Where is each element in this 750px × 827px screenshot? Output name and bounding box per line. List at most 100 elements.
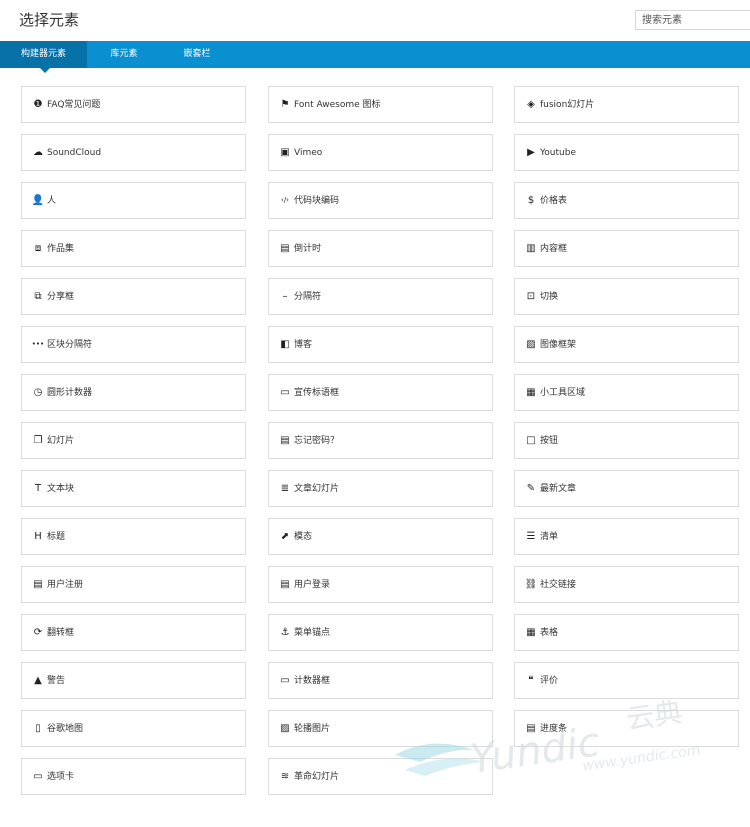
element-card[interactable]: ▤ 忘记密码？ [268,422,493,459]
element-label: SoundCloud [47,148,102,158]
element-label: 轮播图片 [294,724,331,734]
calendar-icon: ▤ [33,579,43,590]
element-card[interactable]: ⬈ 模态 [268,518,493,555]
element-card[interactable]: ❝ 评价 [514,662,739,699]
element-label: 用户登录 [294,580,331,590]
element-card[interactable]: ••• 区块分隔符 [21,326,246,363]
dollar-icon: $ [527,195,535,206]
element-label: 分享框 [47,292,75,302]
element-card[interactable]: ▲ 警告 [21,662,246,699]
clock-icon: ◷ [33,387,43,398]
tab-nested-columns[interactable]: 嵌套栏 [161,41,233,68]
element-card[interactable]: ◷ 圆形计数器 [21,374,246,411]
element-card[interactable]: ▭ 宣传标语框 [268,374,493,411]
minus-icon: – [282,291,288,302]
share-icon: ⧉ [34,291,42,302]
dialog-title: 选择元素 [19,11,80,29]
element-card[interactable]: ▦ 表格 [514,614,739,651]
element-card[interactable]: ▦ 小工具区域 [514,374,739,411]
toggle-icon: ⊡ [526,291,536,302]
element-card[interactable]: ▯ 谷歌地图 [21,710,246,747]
element-card[interactable]: $ 价格表 [514,182,739,219]
element-card[interactable]: ▭ 计数器框 [268,662,493,699]
feather-icon: ✎ [526,483,536,494]
element-card[interactable]: ▶ Youtube [514,134,739,171]
youtube-icon: ▶ [527,147,535,158]
element-card[interactable]: ☁ SoundCloud [21,134,246,171]
element-card[interactable]: H 标题 [21,518,246,555]
element-label: fusion幻灯片 [540,100,595,110]
element-label: 切换 [540,292,559,302]
layers-icon: ◈ [527,99,535,110]
element-card[interactable]: ☰ 清单 [514,518,739,555]
element-card[interactable]: ◧ 博客 [268,326,493,363]
element-label: 最新文章 [540,484,577,494]
element-card[interactable]: ▤ 进度条 [514,710,739,747]
ellipsis-icon: ••• [31,340,45,348]
element-card[interactable]: ≋ 革命幻灯片 [268,758,493,795]
element-card[interactable]: ‹/› 代码块编码 [268,182,493,219]
element-card[interactable]: ▣ Vimeo [268,134,493,171]
tab-label: 嵌套栏 [183,49,211,59]
element-label: 宣传标语框 [294,388,340,398]
element-label: 内容框 [540,244,568,254]
search-input[interactable] [635,10,750,30]
calendar-check-icon: ▤ [280,243,290,254]
element-label: 幻灯片 [47,436,75,446]
element-card[interactable]: ⚑ Font Awesome 图标 [268,86,493,123]
element-card[interactable]: ◈ fusion幻灯片 [514,86,739,123]
element-card[interactable]: ▨ 图像框架 [514,326,739,363]
anchor-icon: ⚓ [280,627,290,638]
element-card[interactable]: ⚓ 菜单锚点 [268,614,493,651]
element-card[interactable]: ❐ 幻灯片 [21,422,246,459]
tab-builder-elements[interactable]: 构建器元素 [0,41,87,73]
calendar-icon: ▤ [280,435,290,446]
element-card[interactable]: ▤ 用户登录 [268,566,493,603]
element-card[interactable]: ⧉ 分享框 [21,278,246,315]
element-card[interactable]: ⛓ 社交链接 [514,566,739,603]
element-card[interactable]: ✎ 最新文章 [514,470,739,507]
element-card[interactable]: ▥ 内容框 [514,230,739,267]
element-label: 区块分隔符 [47,340,93,350]
element-card[interactable]: ⊡ 切换 [514,278,739,315]
calendar-icon: ▤ [280,579,290,590]
element-label: 警告 [47,676,66,686]
element-card[interactable]: □ 按钮 [514,422,739,459]
element-card[interactable]: ❶ FAQ常见问题 [21,86,246,123]
element-card[interactable]: ▤ 倒计时 [268,230,493,267]
element-label: 博客 [294,340,313,350]
element-card[interactable]: T 文本块 [21,470,246,507]
element-card[interactable]: ▤ 用户注册 [21,566,246,603]
slides-icon: ❐ [33,435,43,446]
element-label: 文本块 [47,484,75,494]
tab-bar: 构建器元素 库元素 嵌套栏 [0,41,750,73]
element-label: 社交链接 [540,580,577,590]
element-label: 进度条 [540,724,568,734]
element-card[interactable]: ⧈ 作品集 [21,230,246,267]
widget-icon: ▦ [526,387,536,398]
element-card[interactable]: – 分隔符 [268,278,493,315]
element-label: 代码块编码 [294,196,340,206]
element-card[interactable]: ≣ 文章幻灯片 [268,470,493,507]
portfolio-icon: ⧈ [34,243,42,254]
element-card[interactable]: ⟳ 翻转框 [21,614,246,651]
element-card[interactable]: 👤 人 [21,182,246,219]
element-label: Youtube [540,148,576,158]
element-label: 选项卡 [47,772,75,782]
image-icon: ▨ [526,339,536,350]
tab-library-elements[interactable]: 库元素 [87,41,161,68]
soundcloud-icon: ☁ [33,147,43,158]
element-label: 小工具区域 [540,388,586,398]
element-card[interactable]: ▭ 选项卡 [21,758,246,795]
element-label: 谷歌地图 [47,724,84,734]
element-label: 倒计时 [294,244,322,254]
element-label: 分隔符 [294,292,322,302]
element-label: 忘记密码？ [294,436,340,446]
square-icon: □ [526,435,536,446]
element-label: 计数器框 [294,676,331,686]
element-label: 图像框架 [540,340,577,350]
element-card[interactable]: ▨ 轮播图片 [268,710,493,747]
tab-label: 库元素 [110,49,138,59]
element-label: FAQ常见问题 [47,100,101,110]
user-icon: 👤 [31,195,45,206]
